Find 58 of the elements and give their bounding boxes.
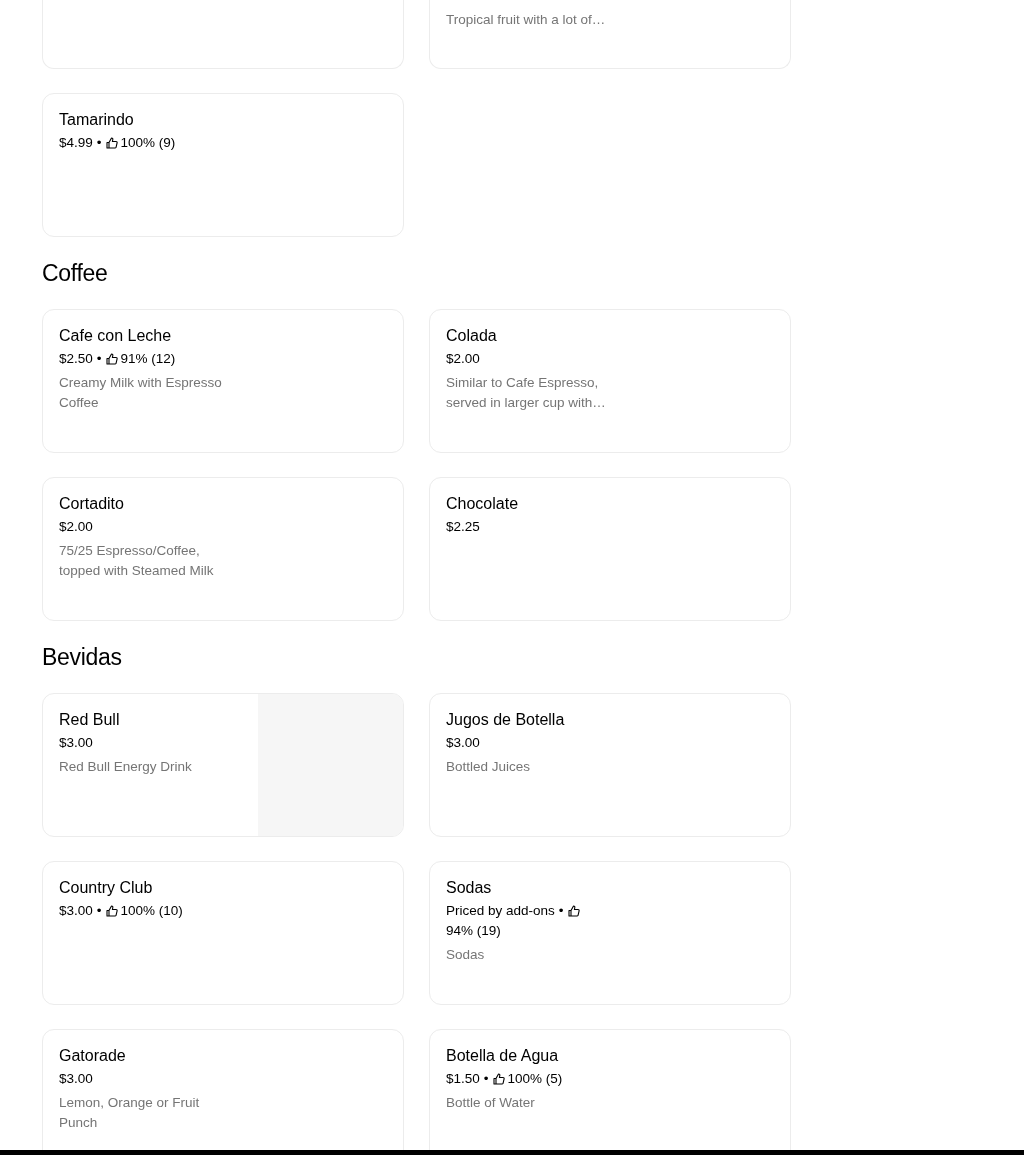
item-name: Cafe con Leche bbox=[59, 326, 172, 346]
menu-item-card[interactable]: Cafe con Leche $2.50 • 91% (12) Creamy Milk with Espresso Coffee bbox=[42, 309, 404, 453]
menu-item-card[interactable]: Jugos de Botella $3.00 Bottled Juices bbox=[429, 693, 791, 837]
item-price: $3.00 bbox=[59, 902, 93, 920]
item-name: Cortadito bbox=[59, 494, 124, 514]
item-price: $1.50 bbox=[446, 1070, 480, 1088]
menu-item-card[interactable]: Cortadito $2.00 75/25 Espresso/Coffee, topped with Steamed Milk bbox=[42, 477, 404, 621]
thumbs-up-icon bbox=[105, 905, 118, 917]
item-name: Country Club bbox=[59, 878, 153, 898]
item-price: $3.00 bbox=[59, 734, 93, 752]
thumbs-up-icon bbox=[567, 905, 580, 917]
section-heading: Bevidas bbox=[42, 642, 123, 672]
item-description: Bottle of Water bbox=[446, 1094, 535, 1112]
item-description: Lemon, Orange or Fruit Punch bbox=[59, 1094, 201, 1132]
section-heading: Coffee bbox=[42, 258, 109, 288]
item-rating: 100% (5) bbox=[507, 1070, 563, 1088]
menu-item-card[interactable]: Red Bull $3.00 Red Bull Energy Drink bbox=[42, 693, 404, 837]
separator-dot: • bbox=[96, 134, 102, 152]
item-name: Chocolate bbox=[446, 494, 519, 514]
item-price: $4.99 bbox=[59, 134, 93, 152]
menu-item-card[interactable]: Colada $2.00 Similar to Cafe Espresso, served in larger cup with… bbox=[429, 309, 791, 453]
menu-item-card[interactable]: Tamarindo $4.99 • 100% (9) bbox=[42, 93, 404, 237]
separator-dot: • bbox=[96, 350, 102, 368]
item-description: Creamy Milk with Espresso Coffee bbox=[59, 374, 223, 412]
menu-item-card[interactable]: Tropical fruit with a lot of… bbox=[429, 0, 791, 69]
item-name: Gatorade bbox=[59, 1046, 126, 1066]
item-price: $2.00 bbox=[59, 518, 93, 536]
item-description: Sodas bbox=[446, 946, 485, 964]
item-name: Tamarindo bbox=[59, 110, 134, 130]
menu-item-card[interactable]: Chocolate $2.25 bbox=[429, 477, 791, 621]
item-description: Tropical fruit with a lot of… bbox=[446, 11, 606, 29]
item-rating: 94% (19) bbox=[446, 922, 501, 940]
thumbs-up-icon bbox=[105, 137, 118, 149]
item-price: Priced by add-ons bbox=[446, 902, 555, 920]
item-rating: 100% (9) bbox=[120, 134, 176, 152]
item-rating: 100% (10) bbox=[120, 902, 183, 920]
thumbs-up-icon bbox=[105, 353, 118, 365]
item-name: Sodas bbox=[446, 878, 492, 898]
thumbs-up-icon bbox=[492, 1073, 505, 1085]
item-price: $3.00 bbox=[59, 1070, 93, 1088]
item-price: $2.00 bbox=[446, 350, 480, 368]
item-rating: 91% (12) bbox=[120, 350, 176, 368]
item-name: Red Bull bbox=[59, 710, 120, 730]
menu-item-card[interactable]: Country Club $3.00 • 100% (10) bbox=[42, 861, 404, 1005]
item-description: 75/25 Espresso/Coffee, topped with Steamed Milk bbox=[59, 542, 215, 580]
separator-dot: • bbox=[558, 902, 564, 920]
item-price: $3.00 bbox=[446, 734, 480, 752]
item-price: $2.25 bbox=[446, 518, 480, 536]
item-name: Colada bbox=[446, 326, 497, 346]
item-name: Jugos de Botella bbox=[446, 710, 565, 730]
separator-dot: • bbox=[483, 1070, 489, 1088]
item-name: Botella de Agua bbox=[446, 1046, 559, 1066]
item-description: Similar to Cafe Espresso, served in larger cup with… bbox=[446, 374, 607, 412]
item-description: Bottled Juices bbox=[446, 758, 531, 776]
separator-dot: • bbox=[96, 902, 102, 920]
item-description: Red Bull Energy Drink bbox=[59, 758, 192, 776]
item-price: $2.50 bbox=[59, 350, 93, 368]
menu-item-card[interactable]: Sodas Priced by add-ons • 94% (19) Sodas bbox=[429, 861, 791, 1005]
